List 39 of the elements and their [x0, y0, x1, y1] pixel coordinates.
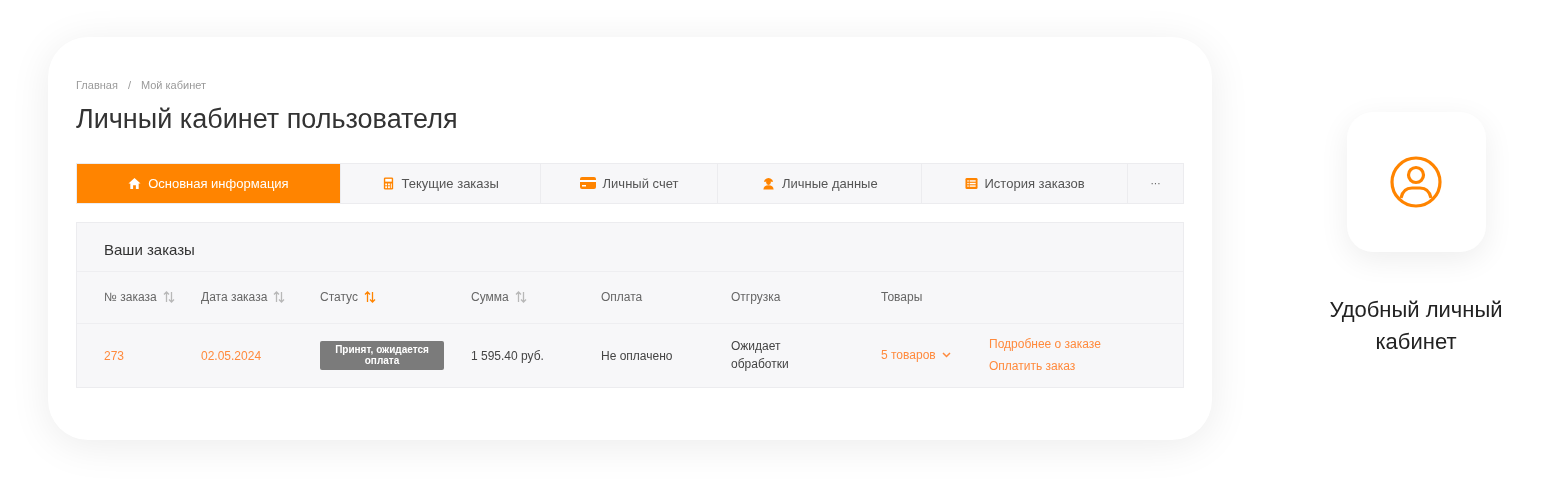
sort-icon[interactable]: [273, 291, 286, 304]
home-icon: [128, 176, 142, 190]
goods-link[interactable]: 5 товаров: [881, 346, 936, 365]
column-header: Оплата: [601, 289, 643, 307]
column-header: № заказа: [104, 289, 157, 307]
column-header: Статус: [320, 289, 358, 307]
chevron-down-icon[interactable]: [941, 352, 951, 359]
status-badge: Принят, ожидается оплата: [320, 340, 444, 370]
tab[interactable]: Личные данные: [718, 163, 923, 203]
column-header: Товары: [881, 289, 923, 307]
tab[interactable]: Личный счет: [540, 163, 719, 203]
tab[interactable]: Основная информация: [77, 163, 341, 203]
calculator-icon: [381, 176, 395, 190]
page-title: Личный кабинет пользователя: [76, 102, 459, 135]
sort-icon[interactable]: [363, 291, 376, 304]
credit-card-icon: [579, 177, 596, 190]
sort-icon[interactable]: [162, 291, 175, 304]
breadcrumb-link[interactable]: Мой кабинет: [140, 77, 207, 94]
action-link[interactable]: Оплатить заказ: [989, 357, 1183, 376]
tab[interactable]: ···: [1128, 163, 1183, 203]
tab[interactable]: История заказов: [922, 163, 1129, 203]
table-cell: 1 595.40 руб.: [471, 349, 544, 364]
breadcrumb-link[interactable]: Главная: [76, 77, 118, 94]
column-header: Отгрузка: [731, 289, 781, 307]
column-header: Сумма: [471, 289, 509, 307]
breadcrumb-separator: /: [127, 78, 131, 93]
panel-title: Ваши заказы: [104, 240, 195, 258]
list-icon: [964, 176, 978, 190]
order-date-link[interactable]: 02.05.2024: [201, 349, 262, 364]
column-header: Дата заказа: [201, 289, 268, 307]
person-icon: [762, 176, 775, 190]
action-link[interactable]: Подробнее о заказе: [989, 335, 1183, 354]
tab[interactable]: Текущие заказы: [340, 163, 541, 203]
sort-icon[interactable]: [514, 291, 527, 304]
table-cell: Не оплачено: [601, 349, 673, 364]
user-icon: [1390, 156, 1442, 208]
feature-caption: Удобный личный кабинет: [1328, 296, 1504, 356]
order-number-link[interactable]: 273: [104, 349, 125, 364]
table-cell-text: Ожидает обработки: [731, 338, 790, 374]
